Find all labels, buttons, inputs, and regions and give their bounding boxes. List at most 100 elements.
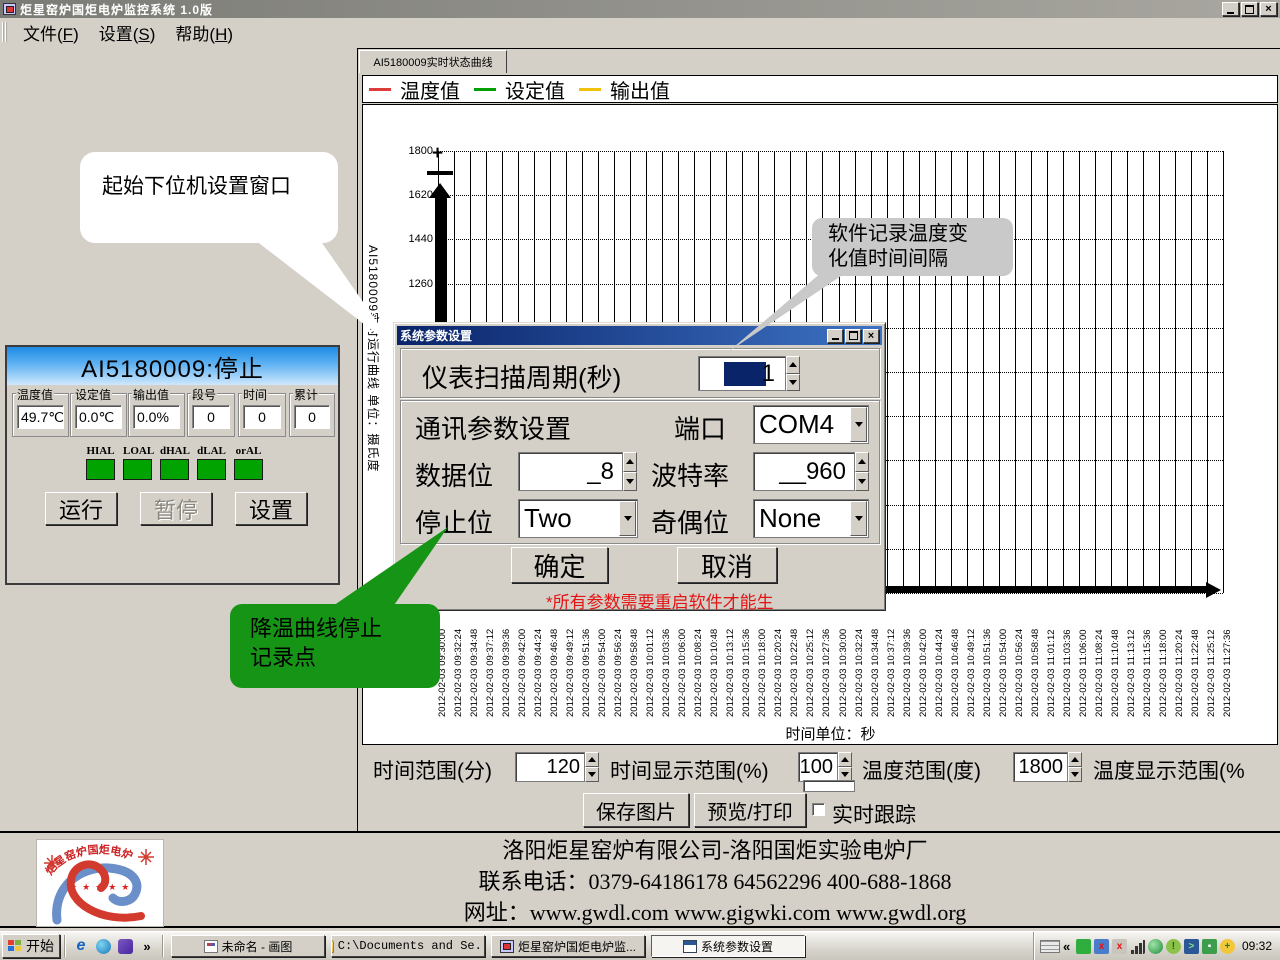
menu-item-s[interactable]: 设置(S) xyxy=(89,17,166,48)
start-label: 开始 xyxy=(26,936,54,956)
parity-value: None xyxy=(754,503,849,534)
status-field-label: 设定值 xyxy=(74,386,112,403)
window-title: 炬星窑炉国炬电炉监控系统 1.0版 xyxy=(20,1,213,18)
x-tick-label: 2012-02-03 11:03:36 xyxy=(1062,599,1073,717)
menu-item-h[interactable]: 帮助(H) xyxy=(165,17,243,48)
ie-icon[interactable]: e xyxy=(72,937,90,955)
menu-item-f[interactable]: 文件(F) xyxy=(13,17,89,48)
x-tick-label: 2012-02-03 09:42:00 xyxy=(517,599,528,717)
comm-params-label: 通讯参数设置 xyxy=(415,409,571,446)
media-tray-icon[interactable]: > xyxy=(1184,939,1199,954)
instrument-status-title: AI5180009:停止 xyxy=(7,347,338,385)
port-select[interactable]: COM4 xyxy=(753,405,869,444)
alarm-label-orAL: orAL xyxy=(234,445,263,457)
stop-bits-dropdown-icon[interactable] xyxy=(619,501,636,536)
company-logo: 炬星窑炉国炬电炉 juxingyaolu-guojudianlu ★★★★★ xyxy=(36,839,164,927)
dialog-minimize-button[interactable] xyxy=(827,329,843,343)
data-bits-input[interactable]: _8 xyxy=(518,452,623,491)
realtime-track-label: 实时跟踪 xyxy=(832,799,916,829)
callout-start-window-text: 起始下位机设置窗口 xyxy=(102,175,291,198)
x-tick-label: 2012-02-03 09:56:24 xyxy=(613,599,624,717)
paint-icon xyxy=(204,940,218,953)
temp-range-input[interactable]: 1800 xyxy=(1013,752,1068,782)
ok-button[interactable]: 确定 xyxy=(511,547,608,583)
cancel-button[interactable]: 取消 xyxy=(677,547,777,583)
net-off-tray-icon[interactable]: x xyxy=(1094,939,1109,954)
msn-icon[interactable] xyxy=(94,937,112,955)
keyboard-tray-icon[interactable] xyxy=(1040,940,1060,953)
collapse-tray-icon[interactable]: « xyxy=(1063,939,1073,954)
dialog-maximize-button[interactable] xyxy=(845,329,861,343)
parity-select[interactable]: None xyxy=(753,499,869,538)
taskbar-clock: 09:32 xyxy=(1242,939,1272,953)
parity-dropdown-icon[interactable] xyxy=(850,501,867,536)
close-button[interactable]: × xyxy=(1260,2,1277,16)
x-tick-label: 2012-02-03 10:46:48 xyxy=(950,599,961,717)
run-button[interactable]: 运行 xyxy=(45,492,117,525)
status-field-label: 累计 xyxy=(293,386,319,403)
y-tick-label: 1620 xyxy=(391,189,433,201)
x-tick-label: 2012-02-03 09:44:24 xyxy=(533,599,544,717)
taskbar: 开始 e » 未命名 - 画图 C:\Documents and Se... 炬星窑炉… xyxy=(0,931,1280,960)
pause-button[interactable]: 暂停 xyxy=(140,492,212,525)
dialog-close-button[interactable]: × xyxy=(863,329,879,343)
more-icon[interactable]: » xyxy=(138,937,156,955)
media-icon[interactable] xyxy=(116,937,134,955)
sync-green-tray-icon[interactable] xyxy=(1076,939,1091,954)
x-tick-label: 2012-02-03 11:15:36 xyxy=(1142,599,1153,717)
power-tray-icon[interactable]: ! xyxy=(1166,939,1181,954)
x-tick-label: 2012-02-03 10:15:36 xyxy=(741,599,752,717)
setup-button[interactable]: 设置 xyxy=(235,492,307,525)
alarm-indicator-orAL xyxy=(234,459,263,480)
restore-button[interactable] xyxy=(1241,2,1258,16)
taskbar-task-0[interactable]: 未命名 - 画图 xyxy=(171,935,325,957)
globe-tray-icon[interactable] xyxy=(1148,939,1163,954)
stop-bits-select[interactable]: Two xyxy=(518,499,638,538)
data-bits-label: 数据位 xyxy=(415,456,493,493)
x-tick-label: 2012-02-03 09:37:12 xyxy=(485,599,496,717)
dialog-title-bar[interactable]: 系统参数设置 × xyxy=(397,326,882,345)
temp-range-spinner[interactable] xyxy=(1068,752,1082,782)
update-tray-icon[interactable]: + xyxy=(1220,939,1235,954)
taskbar-task-1[interactable]: C:\Documents and Se... xyxy=(331,935,485,957)
callout-cooling-stop-line2: 记录点 xyxy=(250,643,440,672)
time-range-label: 时间范围(分) xyxy=(373,755,492,785)
x-tick-label: 2012-02-03 11:01:12 xyxy=(1046,599,1057,717)
text-selection xyxy=(724,362,766,386)
logo-sparkle-right xyxy=(138,849,154,865)
preview-print-button[interactable]: 预览/打印 xyxy=(694,793,806,827)
taskbar-task-2[interactable]: 炬星窑炉国炬电炉监... xyxy=(491,935,645,957)
time-range-input[interactable]: 120 xyxy=(515,752,585,782)
save-image-button[interactable]: 保存图片 xyxy=(583,793,689,827)
minimize-button[interactable] xyxy=(1222,2,1239,16)
baud-rate-spinner[interactable] xyxy=(855,452,869,491)
status-field-label: 段号 xyxy=(191,386,217,403)
signal-tray-icon[interactable] xyxy=(1130,939,1145,954)
app-icon xyxy=(3,3,16,15)
grid-hline xyxy=(438,195,1223,196)
x-tick-label: 2012-02-03 10:03:36 xyxy=(661,599,672,717)
legend-item-2: 输出值 xyxy=(579,75,670,104)
scan-period-spinner[interactable] xyxy=(786,356,800,391)
taskbar-task-3[interactable]: 系统参数设置 xyxy=(651,935,805,957)
x-tick-label: 2012-02-03 11:08:24 xyxy=(1094,599,1105,717)
data-bits-spinner[interactable] xyxy=(623,452,637,491)
x-tick-label: 2012-02-03 09:34:48 xyxy=(469,599,480,717)
scan-period-input[interactable]: 1 xyxy=(698,356,786,391)
time-display-range-label: 时间显示范围(%) xyxy=(610,755,769,785)
audio-off-tray-icon[interactable]: x xyxy=(1112,939,1127,954)
tab-realtime-curve[interactable]: AI5180009实时状态曲线 xyxy=(359,50,507,73)
baud-rate-input[interactable]: __960 xyxy=(753,452,855,491)
x-tick-label: 2012-02-03 09:58:48 xyxy=(629,599,640,717)
y-axis-dash-marker xyxy=(427,171,453,175)
time-display-range-input[interactable]: 100 xyxy=(798,752,838,782)
box-tray-icon[interactable]: ▪ xyxy=(1202,939,1217,954)
y-tick-label: 1440 xyxy=(391,233,433,245)
menu-grip[interactable] xyxy=(2,22,7,42)
port-dropdown-icon[interactable] xyxy=(850,407,867,442)
start-button[interactable]: 开始 xyxy=(2,934,60,958)
time-range-spinner[interactable] xyxy=(585,752,599,782)
time-display-range-spinner[interactable] xyxy=(838,752,852,782)
realtime-track-checkbox[interactable] xyxy=(812,803,825,816)
x-tick-label: 2012-02-03 10:34:48 xyxy=(870,599,881,717)
